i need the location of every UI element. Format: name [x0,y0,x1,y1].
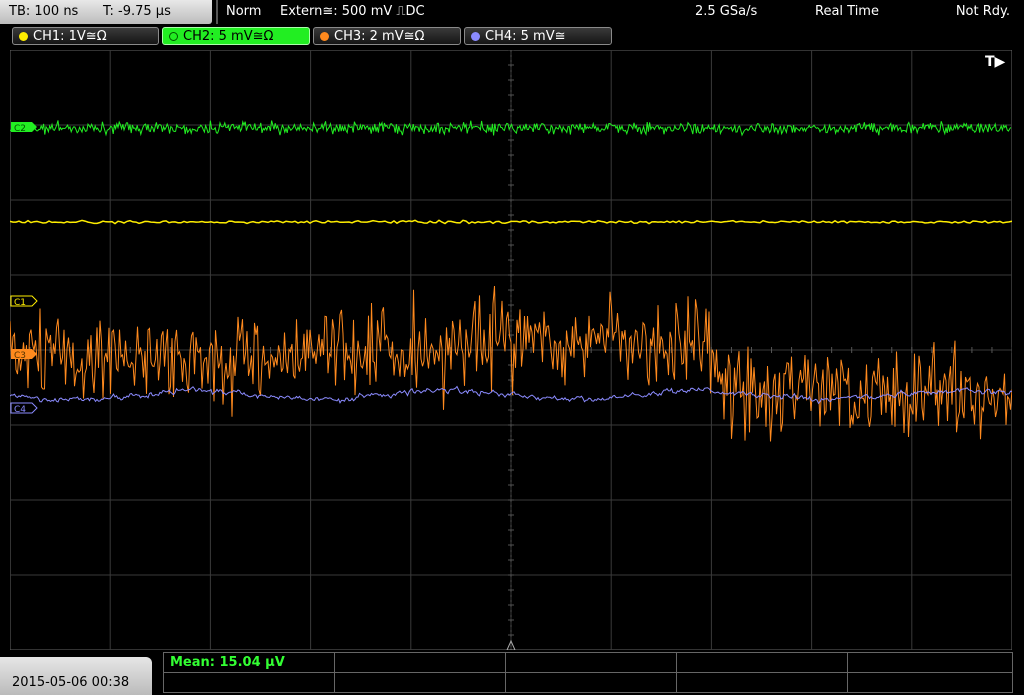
tab-ch3-label: CH3: 2 mV≅Ω [334,29,425,44]
measurement-mean: Mean: 15.04 µV [170,655,285,670]
meas-cell[interactable] [505,672,677,693]
tab-ch4[interactable]: CH4: 5 mV≅ [464,27,612,45]
meas-cell[interactable] [334,652,506,673]
ch3-color-dot [320,32,329,41]
waveform-display[interactable]: C2 C1 C3 C4 T▶ [10,50,1012,650]
tab-ch4-label: CH4: 5 mV≅ [485,29,566,44]
meas-cell[interactable] [505,652,677,673]
meas-cell[interactable] [334,672,506,693]
tab-ch1-label: CH1: 1V≅Ω [33,29,107,44]
timebase-box[interactable]: TB: 100 ns T: -9.75 µs [0,0,212,24]
meas-cell[interactable] [676,652,848,673]
acquisition-mode: Real Time [815,4,879,19]
meas-cell[interactable] [676,672,848,693]
sample-rate: 2.5 GSa/s [695,4,758,19]
datetime-box: 2015-05-06 00:38 [0,657,152,695]
svg-text:C3: C3 [14,351,26,361]
tab-ch2[interactable]: CH2: 5 mV≅Ω [162,27,310,45]
trigger-time-label: T: -9.75 µs [103,4,171,19]
status-bar: TB: 100 ns T: -9.75 µs Norm Extern≅: 500… [0,0,1024,25]
meas-cell[interactable] [847,672,1013,693]
datetime-label: 2015-05-06 00:38 [12,675,130,690]
tab-ch1[interactable]: CH1: 1V≅Ω [12,27,159,45]
meas-cell[interactable] [163,672,335,693]
ch2-color-dot [169,32,178,41]
channel-tabs: CH1: 1V≅Ω CH2: 5 mV≅Ω CH3: 2 mV≅Ω CH4: 5… [0,25,1024,48]
run-state: Not Rdy. [955,4,1010,19]
timebase-label: TB: 100 ns [9,4,79,19]
trigger-position-indicator: T▶ [985,54,1006,70]
trigger-source[interactable]: Extern≅: 500 mV ⎍DC [280,4,425,19]
ch4-color-dot [471,32,480,41]
meas-cell[interactable] [847,652,1013,673]
trigger-mode[interactable]: Norm [226,4,261,19]
svg-text:C1: C1 [14,298,26,308]
tab-ch2-label: CH2: 5 mV≅Ω [183,29,274,44]
topbar-divider [216,0,218,24]
svg-text:C4: C4 [14,405,26,415]
ch1-color-dot [19,32,28,41]
tab-ch3[interactable]: CH3: 2 mV≅Ω [313,27,461,45]
svg-text:C2: C2 [14,124,26,134]
